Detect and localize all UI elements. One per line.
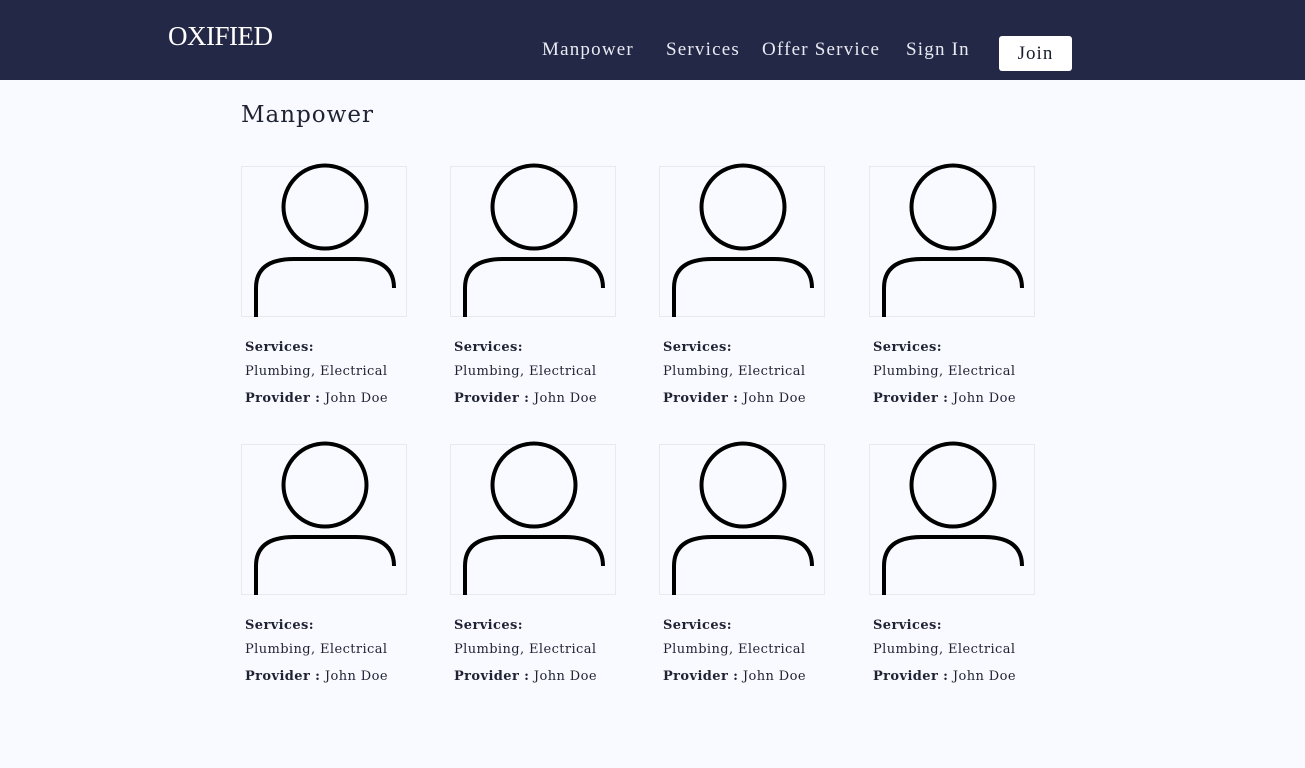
user-avatar-icon (463, 441, 605, 595)
services-value: Plumbing, Electrical (873, 364, 1016, 379)
card-info: Services: Plumbing, Electrical Provider … (241, 340, 407, 407)
avatar (869, 163, 1035, 317)
provider-label: Provider : (663, 669, 739, 684)
provider-label: Provider : (873, 669, 949, 684)
brand-logo[interactable]: OXIFIED (168, 21, 273, 52)
card-info: Services: Plumbing, Electrical Provider … (450, 340, 616, 407)
provider-name: John Doe (952, 669, 1016, 684)
nav-link-sign-in[interactable]: Sign In (906, 39, 970, 61)
user-avatar-icon (254, 441, 396, 595)
services-value: Plumbing, Electrical (663, 364, 806, 379)
card-info: Services: Plumbing, Electrical Provider … (869, 618, 1035, 685)
card-info: Services: Plumbing, Electrical Provider … (659, 340, 825, 407)
services-value: Plumbing, Electrical (454, 364, 597, 379)
provider-line: Provider : John Doe (454, 669, 616, 685)
user-avatar-icon (254, 163, 396, 317)
avatar (869, 441, 1035, 595)
provider-line: Provider : John Doe (873, 669, 1035, 685)
provider-line: Provider : John Doe (663, 669, 825, 685)
services-value: Plumbing, Electrical (454, 642, 597, 657)
provider-card[interactable]: Services: Plumbing, Electrical Provider … (450, 163, 616, 407)
services-label: Services: (454, 340, 523, 355)
avatar (241, 441, 407, 595)
services-value: Plumbing, Electrical (873, 642, 1016, 657)
provider-name: John Doe (324, 669, 388, 684)
user-avatar-icon (882, 441, 1024, 595)
services-value: Plumbing, Electrical (245, 364, 388, 379)
provider-label: Provider : (454, 669, 530, 684)
provider-name: John Doe (533, 391, 597, 406)
provider-name: John Doe (533, 669, 597, 684)
services-label: Services: (663, 340, 732, 355)
provider-line: Provider : John Doe (245, 391, 407, 407)
services-label: Services: (663, 618, 732, 633)
services-label: Services: (873, 618, 942, 633)
services-label: Services: (245, 618, 314, 633)
provider-label: Provider : (245, 391, 321, 406)
provider-label: Provider : (873, 391, 949, 406)
provider-card[interactable]: Services: Plumbing, Electrical Provider … (869, 441, 1035, 685)
services-label: Services: (454, 618, 523, 633)
user-avatar-icon (672, 441, 814, 595)
user-avatar-icon (882, 163, 1024, 317)
avatar (241, 163, 407, 317)
provider-card[interactable]: Services: Plumbing, Electrical Provider … (241, 441, 407, 685)
provider-name: John Doe (742, 669, 806, 684)
provider-card[interactable]: Services: Plumbing, Electrical Provider … (869, 163, 1035, 407)
card-info: Services: Plumbing, Electrical Provider … (241, 618, 407, 685)
provider-name: John Doe (742, 391, 806, 406)
avatar (450, 163, 616, 317)
provider-name: John Doe (952, 391, 1016, 406)
provider-label: Provider : (245, 669, 321, 684)
services-label: Services: (245, 340, 314, 355)
avatar (659, 441, 825, 595)
join-button[interactable]: Join (999, 36, 1072, 71)
provider-card[interactable]: Services: Plumbing, Electrical Provider … (241, 163, 407, 407)
avatar (450, 441, 616, 595)
provider-name: John Doe (324, 391, 388, 406)
nav-link-services[interactable]: Services (666, 39, 740, 61)
services-label: Services: (873, 340, 942, 355)
provider-label: Provider : (454, 391, 530, 406)
provider-line: Provider : John Doe (454, 391, 616, 407)
nav-link-manpower[interactable]: Manpower (542, 39, 634, 61)
provider-label: Provider : (663, 391, 739, 406)
services-value: Plumbing, Electrical (245, 642, 388, 657)
avatar (659, 163, 825, 317)
card-info: Services: Plumbing, Electrical Provider … (869, 340, 1035, 407)
top-navbar: OXIFIED Manpower Services Offer Service … (0, 0, 1305, 80)
provider-line: Provider : John Doe (663, 391, 825, 407)
provider-card[interactable]: Services: Plumbing, Electrical Provider … (659, 441, 825, 685)
user-avatar-icon (463, 163, 605, 317)
card-info: Services: Plumbing, Electrical Provider … (450, 618, 616, 685)
provider-line: Provider : John Doe (245, 669, 407, 685)
card-info: Services: Plumbing, Electrical Provider … (659, 618, 825, 685)
nav-link-offer-service[interactable]: Offer Service (762, 39, 880, 61)
services-value: Plumbing, Electrical (663, 642, 806, 657)
provider-card[interactable]: Services: Plumbing, Electrical Provider … (659, 163, 825, 407)
provider-card[interactable]: Services: Plumbing, Electrical Provider … (450, 441, 616, 685)
user-avatar-icon (672, 163, 814, 317)
provider-line: Provider : John Doe (873, 391, 1035, 407)
page-title: Manpower (241, 102, 374, 128)
